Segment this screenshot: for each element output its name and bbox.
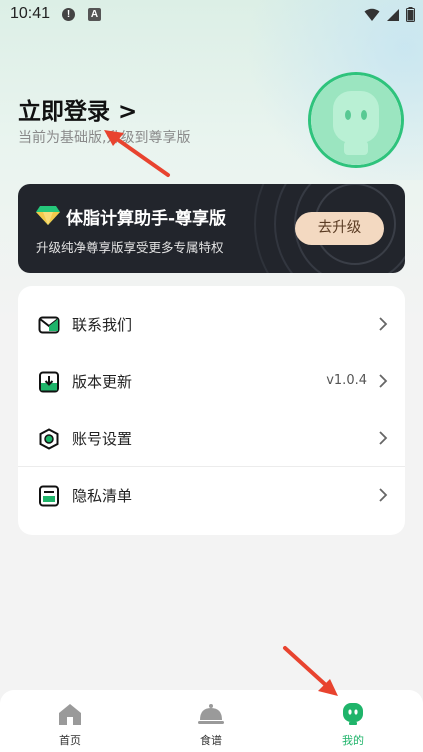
- bottom-navigation: 首页 食谱 我的: [0, 690, 423, 752]
- battery-icon: [406, 7, 415, 22]
- home-icon: [57, 702, 83, 726]
- menu-item-account-settings[interactable]: 账号设置: [18, 410, 405, 467]
- wifi-icon: [364, 8, 380, 22]
- premium-banner[interactable]: 体脂计算助手-尊享版 升级纯净尊享版享受更多专属特权 去升级: [18, 184, 405, 273]
- avatar[interactable]: [308, 72, 404, 168]
- menu-item-label: 版本更新: [72, 373, 133, 391]
- screen: 10:41 ! A 立即登录 > 当前为基础版,升级到尊享版 体脂计算助手-尊享…: [0, 0, 423, 752]
- version-number: v1.0.4: [326, 373, 367, 388]
- annotation-arrow-mine-tab: [283, 646, 338, 696]
- keyboard-a-icon: A: [88, 8, 101, 21]
- login-link[interactable]: 立即登录 >: [18, 92, 137, 126]
- tab-label: 首页: [59, 734, 81, 747]
- food-cloche-icon: [198, 702, 224, 726]
- tab-mine[interactable]: 我的: [303, 690, 403, 752]
- menu-item-label: 账号设置: [72, 430, 133, 448]
- download-icon: [38, 371, 60, 393]
- tab-label: 食谱: [200, 734, 222, 747]
- premium-title: 体脂计算助手-尊享版: [66, 209, 227, 229]
- chevron-right-icon: [378, 487, 388, 503]
- chevron-right-icon: [378, 430, 388, 446]
- robot-avatar-icon: [311, 75, 401, 165]
- chevron-right-icon: [378, 373, 388, 389]
- premium-description: 升级纯净尊享版享受更多专属特权: [36, 240, 224, 255]
- upgrade-button[interactable]: 去升级: [295, 212, 384, 245]
- tab-recipes[interactable]: 食谱: [161, 690, 261, 752]
- status-time: 10:41: [10, 5, 51, 22]
- diamond-icon: [36, 205, 60, 225]
- settings-menu: 联系我们 版本更新 v1.0.4 账号设置 隐私清单: [18, 286, 405, 535]
- mail-icon: [38, 314, 60, 336]
- alert-icon: !: [62, 8, 75, 21]
- status-bar: 10:41 ! A: [0, 0, 423, 30]
- menu-item-label: 隐私清单: [72, 487, 133, 505]
- settings-hexagon-icon: [38, 428, 60, 450]
- signal-icon: [386, 8, 400, 22]
- menu-item-privacy-list[interactable]: 隐私清单: [18, 467, 405, 524]
- menu-item-version-update[interactable]: 版本更新 v1.0.4: [18, 353, 405, 410]
- document-list-icon: [38, 485, 60, 507]
- membership-status-text: 当前为基础版,升级到尊享版: [18, 130, 191, 146]
- tab-home[interactable]: 首页: [20, 690, 120, 752]
- menu-item-label: 联系我们: [72, 316, 133, 334]
- chevron-right-icon: [378, 316, 388, 332]
- robot-face-icon: [340, 702, 366, 726]
- menu-item-contact[interactable]: 联系我们: [18, 296, 405, 353]
- tab-label: 我的: [342, 734, 364, 747]
